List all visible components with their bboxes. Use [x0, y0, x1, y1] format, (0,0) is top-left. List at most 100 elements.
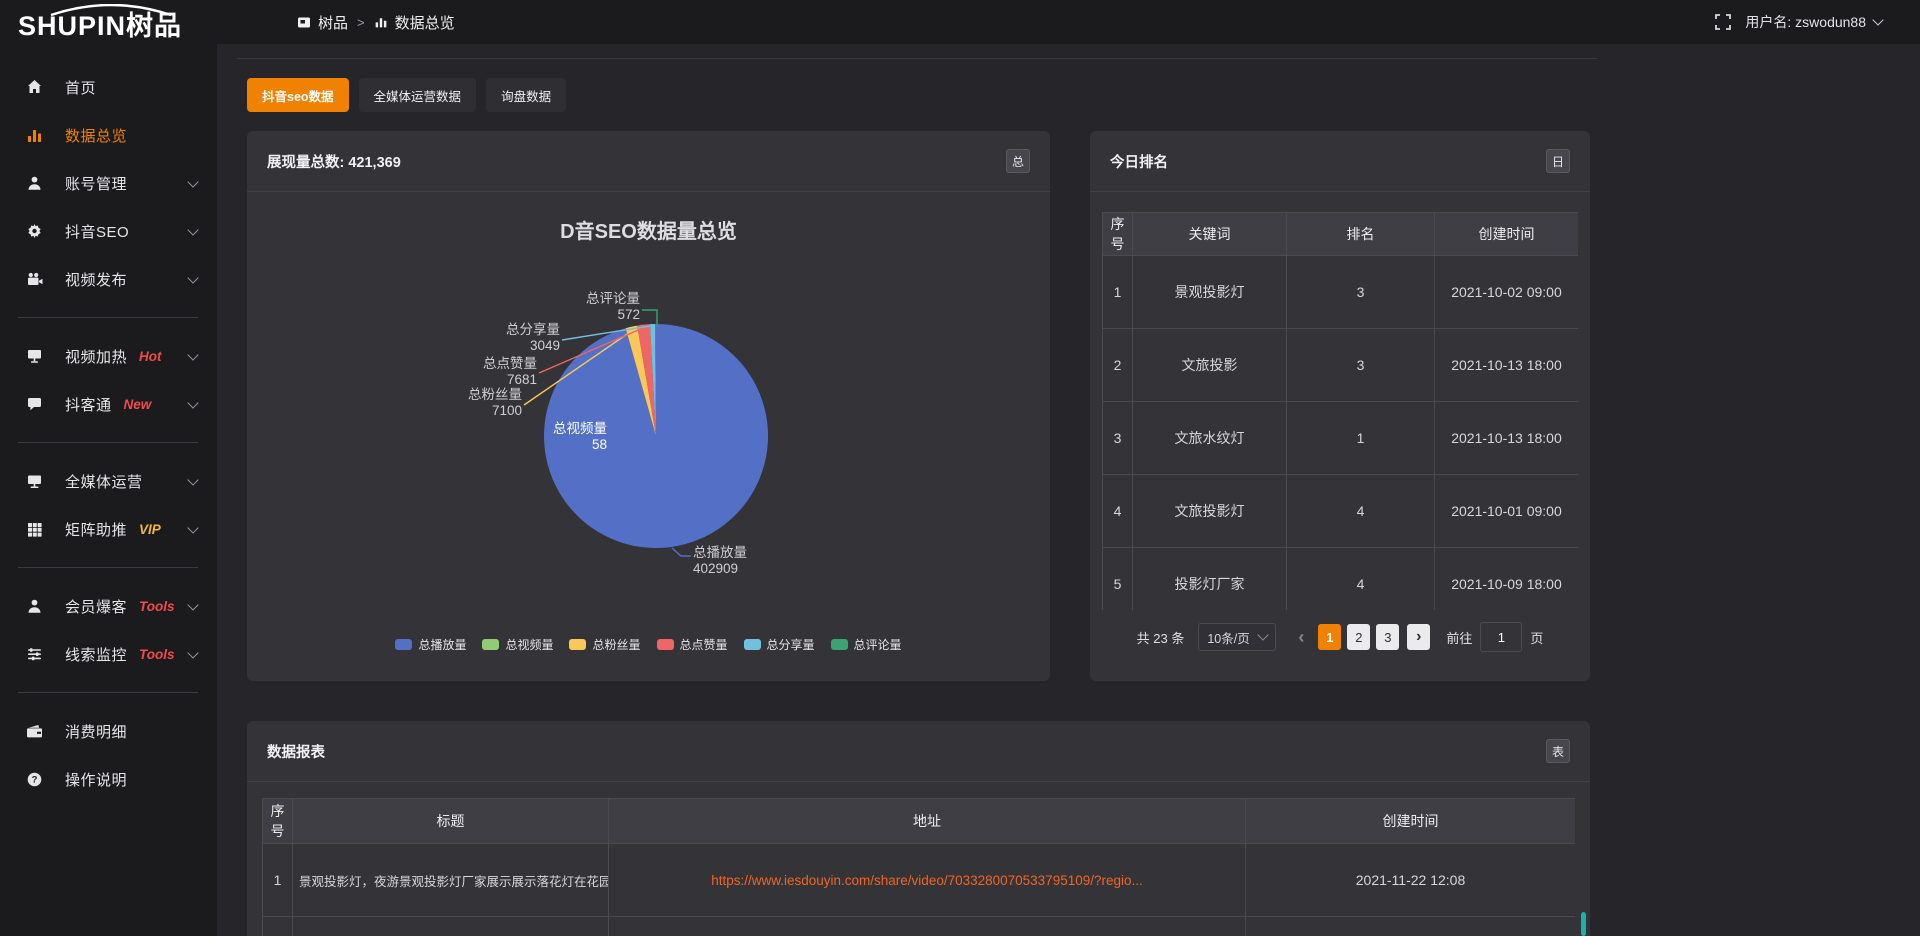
tab-douyin-seo-data[interactable]: 抖音seo数据	[247, 78, 349, 112]
sidebar-item-video-publish[interactable]: 视频发布	[0, 255, 217, 303]
sidebar-item-member-baoke[interactable]: 会员爆客Tools	[0, 582, 217, 630]
sidebar-item-badge: Hot	[139, 349, 162, 364]
pie-label-name: 总播放量	[693, 545, 747, 560]
page-button-2[interactable]: 2	[1347, 624, 1370, 650]
sidebar-item-home[interactable]: 首页	[0, 63, 217, 111]
wallet-icon	[26, 723, 43, 740]
fullscreen-icon[interactable]	[1715, 14, 1731, 30]
pie-label-name: 总粉丝量	[468, 387, 522, 402]
sidebar-item-clue-monitor[interactable]: 线索监控Tools	[0, 630, 217, 678]
header-divider	[237, 58, 1597, 59]
sidebar-item-video-heat[interactable]: 视频加热Hot	[0, 332, 217, 380]
legend-swatch	[569, 639, 586, 650]
chevron-down-icon	[187, 474, 198, 485]
legend-item[interactable]: 总评论量	[831, 636, 902, 653]
cell: 景观投影灯	[1133, 256, 1287, 329]
chart-bars-icon	[374, 15, 388, 29]
scrollbar-thumb[interactable]	[1581, 912, 1586, 936]
cell: 4	[1287, 475, 1435, 548]
cell: 3	[1287, 256, 1435, 329]
legend-item[interactable]: 总视频量	[482, 636, 553, 653]
overview-panel-title: 展现量总数: 421,369	[267, 151, 401, 172]
username-dropdown[interactable]: 用户名: zswodun88	[1745, 12, 1882, 32]
goto-page-input[interactable]	[1480, 622, 1522, 652]
cell: 1	[263, 844, 293, 917]
chevron-down-icon	[187, 224, 198, 235]
report-table-badge-button[interactable]: 表	[1546, 739, 1570, 763]
report-data-table: 序号标题地址创建时间1景观投影灯，夜游景观投影灯厂家展示展示落花灯在花园里的灯光…	[262, 798, 1575, 936]
ranking-table: 序号关键词排名创建时间1景观投影灯32021-10-02 09:002文旅投影3…	[1102, 212, 1578, 610]
sidebar-divider	[18, 692, 198, 693]
goto-unit: 页	[1530, 628, 1543, 647]
pie-label-value: 402909	[693, 561, 738, 576]
goto-page: 前往 页	[1446, 622, 1543, 652]
chevron-down-icon	[187, 522, 198, 533]
breadcrumb-current[interactable]: 数据总览	[395, 12, 455, 33]
username-label: 用户名: zswodun88	[1745, 12, 1866, 32]
sidebar-item-label: 线索监控	[65, 644, 127, 665]
legend-item[interactable]: 总播放量	[395, 636, 466, 653]
sidebar-item-douketong[interactable]: 抖客通New	[0, 380, 217, 428]
legend-label: 总视频量	[505, 636, 553, 653]
pie-chart: 总播放量402909总视频量58总粉丝量7100总点赞量7681总分享量3049…	[247, 193, 1050, 593]
chevron-down-icon	[1258, 629, 1269, 640]
chart-legend: 总播放量 总视频量总粉丝量 总点赞量总分享量 总评论量	[247, 636, 1050, 653]
sidebar-item-label: 抖音SEO	[65, 221, 129, 242]
bar-chart-icon	[26, 127, 43, 144]
page-button-3[interactable]: 3	[1376, 624, 1399, 650]
app-root: SHUPIN树品 树品 > 数据总览 用户名: zswodun88 首页数据总览…	[0, 0, 1920, 936]
pie-label-name: 总分享量	[506, 321, 560, 337]
page-size-select[interactable]: 10条/页	[1198, 623, 1276, 651]
cell: 文旅水纹灯	[1133, 402, 1287, 475]
legend-item[interactable]: 总粉丝量	[569, 636, 640, 653]
table-row: 5投影灯厂家42021-10-09 18:00	[1103, 548, 1579, 611]
cell: 2021-10-02 09:00	[1435, 256, 1579, 329]
home-icon	[26, 79, 43, 96]
sidebar-item-data-overview[interactable]: 数据总览	[0, 111, 217, 159]
table-row: 2文旅投影32021-10-13 18:00	[1103, 329, 1579, 402]
legend-label: 总评论量	[854, 636, 902, 653]
cell: 1	[1287, 402, 1435, 475]
chevron-down-icon	[187, 349, 198, 360]
app-logo: SHUPIN树品	[18, 4, 182, 44]
grid-icon	[26, 521, 43, 538]
table-row: 1景观投影灯32021-10-02 09:00	[1103, 256, 1579, 329]
cell: 2	[1103, 329, 1133, 402]
prev-page-button[interactable]: ‹	[1292, 627, 1310, 648]
tab-inquiry-data[interactable]: 询盘数据	[486, 78, 566, 112]
member-icon	[26, 598, 43, 615]
next-page-button[interactable]: ›	[1407, 624, 1430, 650]
ranking-day-badge-button[interactable]: 日	[1546, 149, 1570, 173]
legend-item[interactable]: 总点赞量	[657, 636, 728, 653]
pie-label-value: 58	[592, 437, 607, 452]
chevron-down-icon	[187, 599, 198, 610]
sidebar-divider	[18, 442, 198, 443]
sidebar-item-operation-guide[interactable]: ?操作说明	[0, 755, 217, 803]
sidebar-item-badge: VIP	[139, 522, 161, 537]
sidebar-item-matrix-boost[interactable]: 矩阵助推 VIP	[0, 505, 217, 553]
report-panel-header: 数据报表 表	[247, 721, 1590, 782]
breadcrumb-separator: >	[357, 15, 365, 30]
pagination-total: 共 23 条	[1137, 628, 1185, 647]
video-link[interactable]: https://www.iesdouyin.com/share/video/70…	[711, 873, 1143, 888]
ranking-panel-header: 今日排名 日	[1090, 131, 1590, 192]
cell: 景观投影灯，夜游景观投影灯厂家展示展示落花灯在花园里的灯光投影应用效果 #	[293, 844, 609, 917]
pagination: 共 23 条 10条/页 ‹ 123 › 前往 页	[1090, 620, 1590, 654]
sidebar-item-account-management[interactable]: 账号管理	[0, 159, 217, 207]
pie-label-name: 总评论量	[586, 291, 640, 306]
pie-label-name: 总视频量	[553, 421, 607, 436]
overview-total-badge-button[interactable]: 总	[1006, 149, 1030, 173]
tab-media-operation-data[interactable]: 全媒体运营数据	[359, 78, 477, 112]
page-button-1[interactable]: 1	[1318, 624, 1341, 650]
sidebar-item-douyin-seo[interactable]: 抖音SEO	[0, 207, 217, 255]
legend-swatch	[744, 639, 761, 650]
sidebar-item-consumption-detail[interactable]: 消费明细	[0, 707, 217, 755]
cell: https://www.iesdouyin.com/share/video/70…	[609, 844, 1246, 917]
breadcrumb-root[interactable]: 树品	[318, 12, 348, 33]
sidebar-item-label: 矩阵助推	[65, 519, 127, 540]
column-header: 创建时间	[1246, 799, 1576, 844]
cell: 投影灯厂家	[1133, 548, 1287, 611]
sidebar-item-media-operation[interactable]: 全媒体运营	[0, 457, 217, 505]
legend-label: 总点赞量	[680, 636, 728, 653]
legend-item[interactable]: 总分享量	[744, 636, 815, 653]
